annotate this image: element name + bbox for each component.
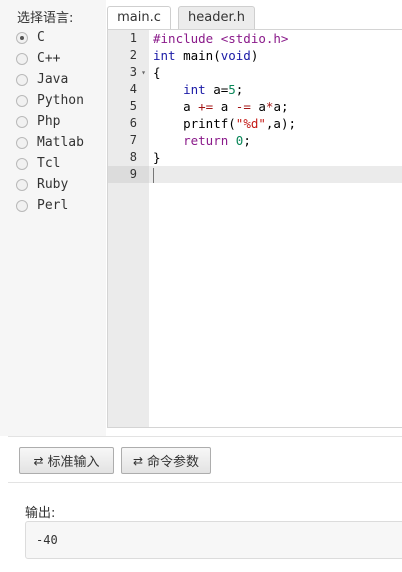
- code-line[interactable]: return 0;: [149, 132, 402, 149]
- line-number: 9: [108, 166, 149, 183]
- code-line[interactable]: int a=5;: [149, 81, 402, 98]
- language-option-matlab[interactable]: Matlab: [16, 132, 84, 153]
- code-area[interactable]: #include <stdio.h> int main(void){ int a=…: [149, 30, 402, 183]
- language-option-php[interactable]: Php: [16, 111, 84, 132]
- language-option-c[interactable]: C: [16, 27, 84, 48]
- language-panel: 选择语言: C C++ Java Python Php Matlab Tcl R…: [0, 0, 106, 436]
- output-value: -40: [25, 521, 402, 559]
- radio-python[interactable]: [16, 94, 28, 107]
- output-label: 输出:: [25, 506, 56, 521]
- code-line[interactable]: printf("%d",a);: [149, 115, 402, 132]
- line-number: 5: [129, 99, 137, 113]
- language-option-python[interactable]: Python: [16, 90, 84, 111]
- code-line[interactable]: [149, 166, 402, 183]
- language-option-perl[interactable]: Perl: [16, 195, 84, 216]
- language-option-cpp[interactable]: C++: [16, 48, 84, 69]
- args-button[interactable]: ⇄ 命令参数: [121, 447, 211, 474]
- swap-arrows-icon: ⇄: [132, 453, 144, 468]
- stdin-button-label: 标准输入: [47, 455, 100, 470]
- radio-tcl[interactable]: [16, 157, 28, 170]
- line-number: 2: [129, 48, 137, 62]
- code-line[interactable]: }: [149, 149, 402, 166]
- line-number: 8: [129, 150, 137, 164]
- stdin-button[interactable]: ⇄ 标准输入: [19, 447, 114, 474]
- language-label: C: [37, 30, 45, 45]
- tab-header-h[interactable]: header.h: [178, 6, 255, 30]
- language-option-java[interactable]: Java: [16, 69, 84, 90]
- radio-cpp[interactable]: [16, 52, 28, 65]
- language-label: Tcl: [37, 156, 61, 171]
- line-number: 6: [129, 116, 137, 130]
- args-button-label: 命令参数: [147, 455, 200, 470]
- tab-main-c[interactable]: main.c: [107, 6, 171, 30]
- line-number-gutter: 1 2 3 ▾ 4 5 6 7 8 9: [108, 30, 149, 427]
- radio-matlab[interactable]: [16, 136, 28, 149]
- output-panel: 输出: -40: [8, 482, 402, 572]
- language-option-ruby[interactable]: Ruby: [16, 174, 84, 195]
- text-cursor: [153, 168, 154, 183]
- radio-ruby[interactable]: [16, 178, 28, 191]
- line-number: 3 ▾: [129, 64, 146, 81]
- language-option-tcl[interactable]: Tcl: [16, 153, 84, 174]
- line-number: 1: [129, 31, 137, 45]
- radio-php[interactable]: [16, 115, 28, 128]
- radio-java[interactable]: [16, 73, 28, 86]
- code-line[interactable]: int main(void): [149, 47, 402, 64]
- language-label: Perl: [37, 198, 69, 213]
- radio-c[interactable]: [16, 31, 28, 44]
- code-editor[interactable]: 1 2 3 ▾ 4 5 6 7 8 9 #include <stdio.h> in…: [107, 29, 402, 428]
- language-list: C C++ Java Python Php Matlab Tcl Ruby Pe…: [16, 27, 84, 216]
- language-label: Java: [37, 72, 69, 87]
- swap-arrows-icon: ⇄: [33, 453, 44, 468]
- language-label: Ruby: [37, 177, 69, 192]
- radio-perl[interactable]: [16, 199, 28, 212]
- code-line[interactable]: a += a -= a*a;: [149, 98, 402, 115]
- language-label: C++: [37, 51, 61, 66]
- code-line[interactable]: {: [149, 64, 402, 81]
- input-toolbar: ⇄ 标准输入 ⇄ 命令参数: [8, 436, 402, 482]
- line-number: 7: [129, 133, 137, 147]
- language-label: Python: [37, 93, 84, 108]
- fold-arrow-icon[interactable]: ▾: [141, 64, 146, 81]
- language-panel-title: 选择语言:: [17, 11, 74, 26]
- code-line[interactable]: #include <stdio.h>: [149, 30, 402, 47]
- line-number: 4: [129, 82, 137, 96]
- language-label: Matlab: [37, 135, 84, 150]
- language-label: Php: [37, 114, 61, 129]
